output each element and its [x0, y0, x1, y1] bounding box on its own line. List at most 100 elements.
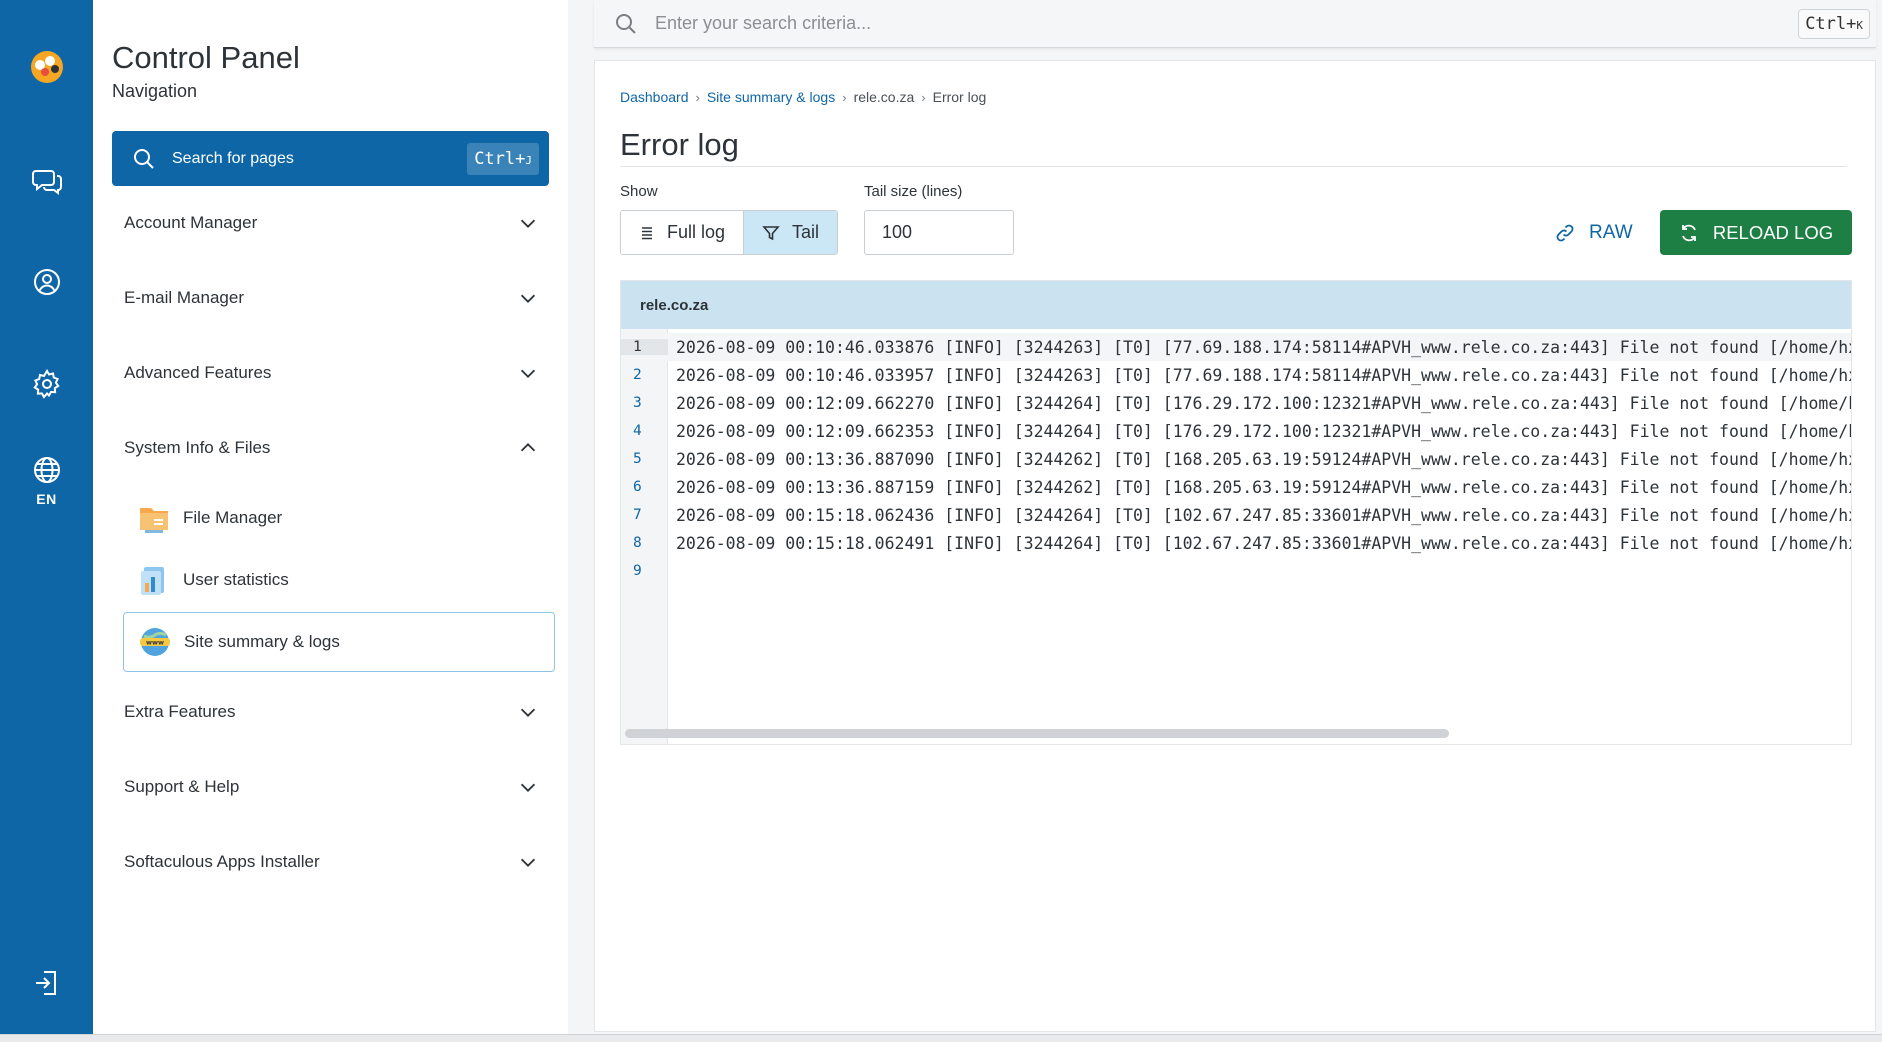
breadcrumb-site-summary[interactable]: Site summary & logs [707, 89, 835, 105]
section-account-manager[interactable]: Account Manager [124, 203, 544, 243]
settings-gear-icon[interactable] [0, 369, 93, 399]
section-label: System Info & Files [124, 438, 271, 457]
language-selector[interactable]: EN [0, 455, 93, 507]
breadcrumb: Dashboard › Site summary & logs › rele.c… [620, 89, 986, 105]
full-log-option[interactable]: Full log [621, 211, 744, 254]
line-number: 8 [633, 535, 642, 551]
icon-rail: EN [0, 0, 93, 1034]
log-lines[interactable]: 1 2026-08-09 00:10:46.033876 [INFO] [3244… [621, 333, 1852, 585]
line-number: 2 [633, 367, 642, 383]
line-number: 9 [633, 563, 642, 579]
title-divider [620, 166, 1847, 167]
line-number: 4 [633, 423, 642, 439]
breadcrumb-dashboard[interactable]: Dashboard [620, 89, 689, 105]
section-label: E-mail Manager [124, 288, 244, 307]
section-softaculous[interactable]: Softaculous Apps Installer [124, 842, 544, 882]
search-pages-button[interactable]: Search for pages Ctrl+J [112, 131, 549, 186]
logout-icon[interactable] [0, 968, 93, 998]
nav-item-site-summary-logs[interactable]: www Site summary & logs [123, 612, 555, 672]
chevron-down-icon [520, 708, 536, 717]
line-number: 3 [633, 395, 642, 411]
tail-size-input[interactable] [864, 210, 1014, 255]
section-label: Extra Features [124, 702, 236, 721]
log-line: 8 2026-08-09 00:15:18.062491 [INFO] [3244… [621, 529, 1851, 557]
nav-title: Control Panel [112, 40, 300, 75]
section-label: Account Manager [124, 213, 258, 232]
log-line: 2 2026-08-09 00:10:46.033957 [INFO] [3244… [621, 361, 1852, 389]
nav-item-user-statistics[interactable]: User statistics [123, 550, 555, 610]
search-shortcut: Ctrl+J [467, 142, 539, 175]
reload-label: RELOAD LOG [1712, 221, 1834, 243]
list-icon [642, 226, 652, 239]
breadcrumb-current: Error log [932, 89, 987, 105]
section-system-info-files[interactable]: System Info & Files [124, 428, 544, 468]
log-line: 3 2026-08-09 00:12:09.662270 [INFO] [3244… [621, 389, 1852, 417]
main-content: Dashboard › Site summary & logs › rele.c… [594, 60, 1876, 1032]
log-line: 6 2026-08-09 00:13:36.887159 [INFO] [3244… [621, 473, 1852, 501]
raw-label: RAW [1589, 221, 1633, 243]
stats-icon [141, 567, 164, 595]
logo-icon[interactable] [0, 48, 93, 86]
breadcrumb-domain: rele.co.za [853, 89, 915, 105]
tail-size-label: Tail size (lines) [864, 183, 963, 200]
line-text: 2026-08-09 00:12:09.662270 [INFO] [32442… [676, 393, 1852, 413]
page-title: Error log [620, 127, 739, 162]
refresh-icon [1681, 224, 1696, 241]
chevron-down-icon [520, 369, 536, 378]
global-search-input[interactable] [655, 13, 1655, 34]
nav-item-label: User statistics [183, 570, 289, 589]
window-bottom-edge [0, 1034, 1882, 1042]
line-text: 2026-08-09 00:13:36.887090 [INFO] [32442… [676, 449, 1852, 469]
chevron-up-icon [520, 443, 536, 452]
chevron-down-icon [520, 783, 536, 792]
nav-subtitle: Navigation [112, 81, 198, 101]
svg-text:www: www [146, 639, 164, 647]
folder-icon [140, 508, 168, 533]
log-line: 5 2026-08-09 00:13:36.887090 [INFO] [3244… [621, 445, 1852, 473]
tail-label: Tail [792, 222, 820, 242]
tail-option[interactable]: Tail [743, 211, 838, 254]
navigation-panel: Control Panel Navigation Search for page… [93, 0, 568, 1034]
line-number: 7 [633, 507, 642, 523]
section-support-help[interactable]: Support & Help [124, 767, 544, 807]
section-extra-features[interactable]: Extra Features [124, 692, 544, 732]
link-icon [1556, 224, 1574, 241]
line-text: 2026-08-09 00:10:46.033957 [INFO] [32442… [676, 365, 1852, 385]
language-code: EN [36, 491, 57, 507]
chevron-down-icon [520, 858, 536, 867]
horizontal-scrollbar[interactable] [625, 729, 1449, 738]
log-mode-toggle: Full log Tail [620, 210, 839, 255]
line-text: 2026-08-09 00:10:46.033876 [INFO] [32442… [676, 337, 1852, 357]
show-label: Show [620, 183, 658, 200]
chevron-down-icon [520, 294, 536, 303]
log-line: 4 2026-08-09 00:12:09.662353 [INFO] [3244… [621, 417, 1851, 445]
log-line: 9 [621, 557, 1851, 585]
line-number: 5 [633, 451, 642, 467]
search-icon [616, 13, 636, 34]
raw-button[interactable]: RAW [1555, 210, 1633, 255]
section-label: Support & Help [124, 777, 240, 796]
chevron-right-icon: › [921, 89, 926, 105]
chevron-right-icon: › [695, 89, 700, 105]
line-number: 1 [621, 339, 668, 355]
log-viewer: rele.co.za 1 2026-08-09 00:10:46.033876 [… [620, 280, 1852, 745]
section-label: Softaculous Apps Installer [124, 852, 320, 871]
section-email-manager[interactable]: E-mail Manager [124, 278, 544, 318]
nav-item-file-manager[interactable]: File Manager [123, 488, 555, 548]
chat-icon[interactable] [0, 166, 93, 196]
global-search-shortcut: Ctrl+K [1798, 8, 1870, 39]
reload-log-button[interactable]: RELOAD LOG [1660, 210, 1852, 255]
line-text: 2026-08-09 00:15:18.062436 [INFO] [32442… [676, 505, 1852, 525]
nav-item-label: File Manager [183, 508, 283, 527]
search-pages-label: Search for pages [172, 149, 294, 167]
line-text: 2026-08-09 00:13:36.887159 [INFO] [32442… [676, 477, 1852, 497]
chevron-right-icon: › [842, 89, 847, 105]
user-profile-icon[interactable] [0, 267, 93, 297]
section-advanced-features[interactable]: Advanced Features [124, 353, 544, 393]
log-domain-header: rele.co.za [621, 281, 1851, 329]
global-search-bar: Ctrl+K [594, 0, 1876, 48]
log-line: 7 2026-08-09 00:15:18.062436 [INFO] [3244… [621, 501, 1852, 529]
www-globe-icon: www [140, 628, 170, 656]
nav-item-label: Site summary & logs [184, 632, 340, 651]
full-log-label: Full log [667, 222, 726, 242]
